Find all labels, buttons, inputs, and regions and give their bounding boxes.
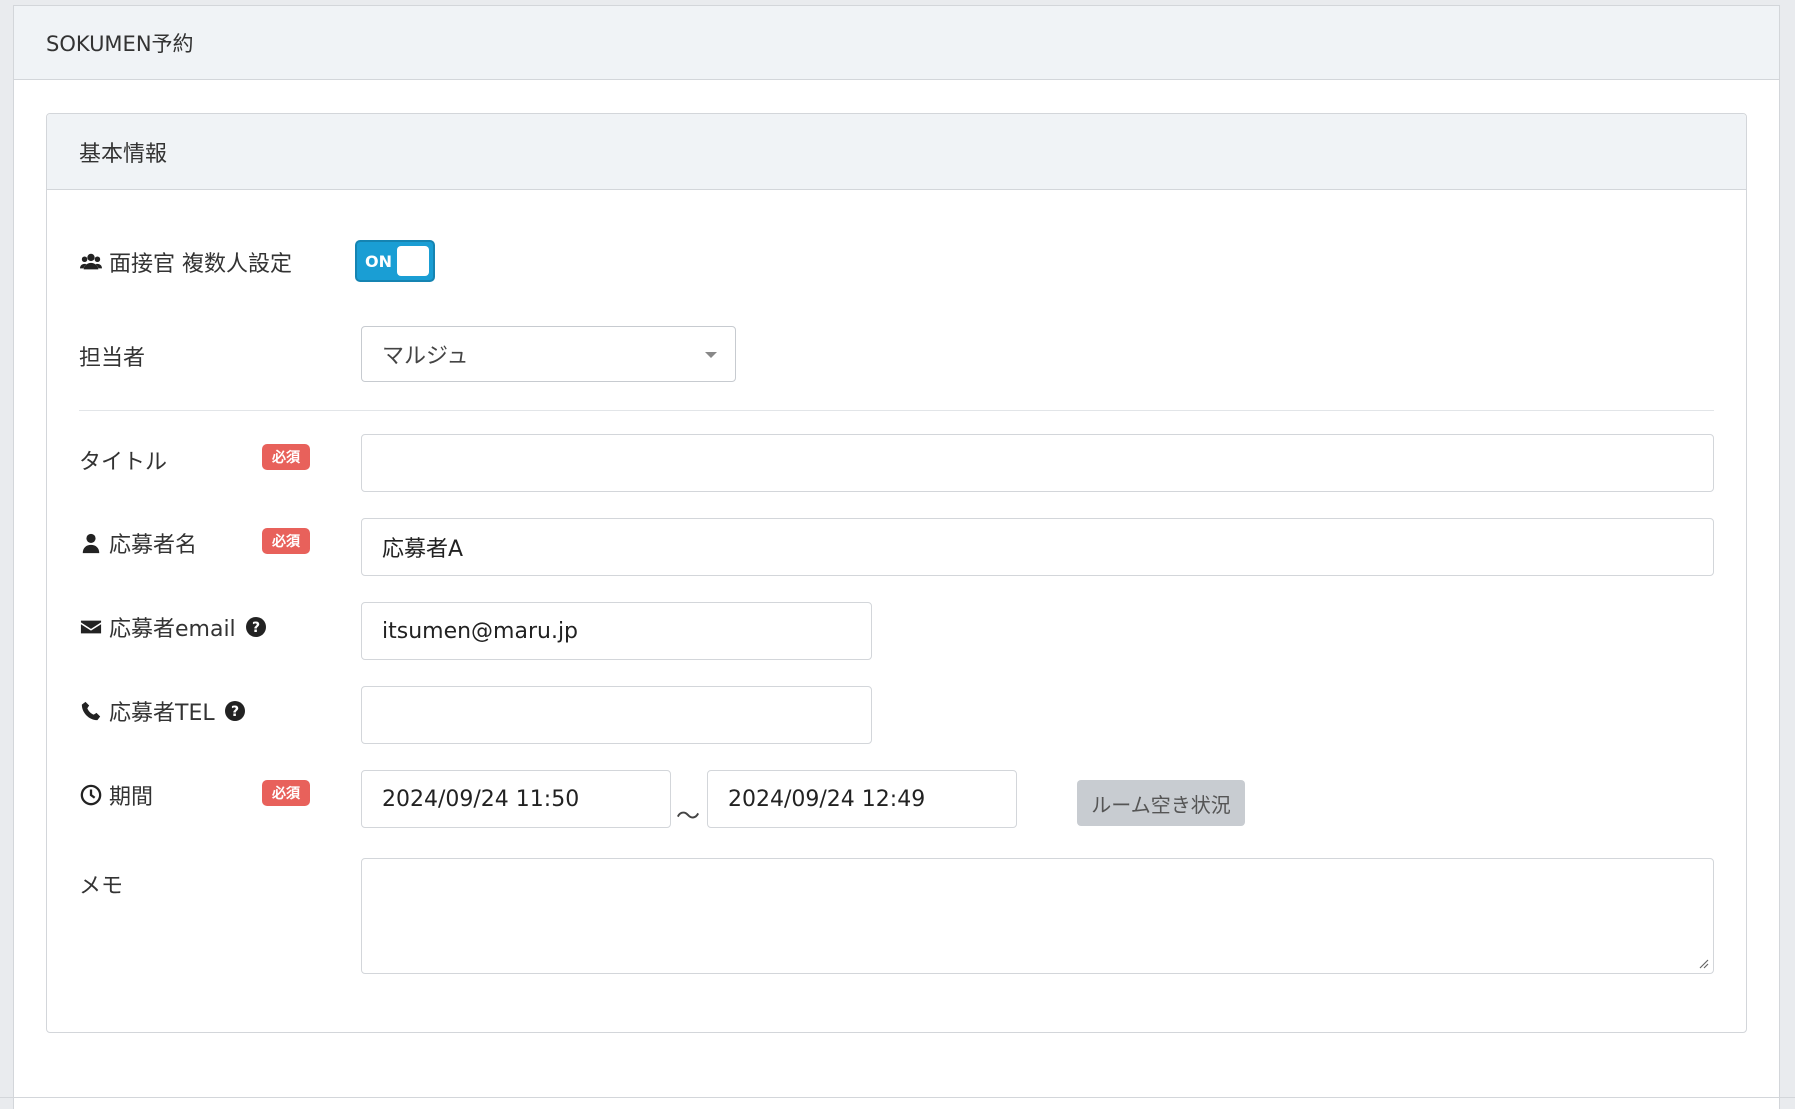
question-circle-icon[interactable]: ? xyxy=(224,701,245,721)
multi-interviewer-text: 面接官 複数人設定 xyxy=(109,252,292,277)
card-header: SOKUMEN予約 xyxy=(14,6,1779,80)
panel-header: 基本情報 xyxy=(47,114,1746,190)
memo-label: メモ xyxy=(79,868,123,900)
period-label: 期間 xyxy=(79,779,153,811)
chevron-down-icon xyxy=(705,352,717,358)
title-input[interactable] xyxy=(361,434,1714,492)
required-badge: 必須 xyxy=(262,780,310,806)
applicant-email-text: 応募者email xyxy=(109,617,236,642)
multi-interviewer-toggle[interactable]: ON xyxy=(355,240,435,282)
period-start-input[interactable]: 2024/09/24 11:50 xyxy=(361,770,671,828)
divider xyxy=(79,410,1714,411)
room-availability-button[interactable]: ルーム空き状況 xyxy=(1077,780,1245,826)
multi-interviewer-label: 面接官 複数人設定 xyxy=(79,246,292,278)
assignee-text: 担当者 xyxy=(79,346,146,371)
period-text: 期間 xyxy=(109,785,154,810)
assignee-label: 担当者 xyxy=(79,340,145,372)
page-divider xyxy=(0,1097,1795,1098)
svg-text:?: ? xyxy=(252,620,260,636)
assignee-value: マルジュ xyxy=(382,344,469,369)
applicant-name-label: 応募者名 xyxy=(79,527,197,559)
phone-icon xyxy=(79,699,103,723)
clock-icon xyxy=(79,783,103,807)
applicant-tel-label: 応募者TEL ? xyxy=(79,695,245,727)
toggle-text: ON xyxy=(365,251,392,271)
applicant-email-label: 応募者email ? xyxy=(79,611,266,643)
title-text: タイトル xyxy=(79,450,168,475)
required-badge: 必須 xyxy=(262,444,310,470)
basic-info-panel: 基本情報 面接官 複数人設定 ON 担当者 マルジュ タイトル 必須 応募者名 … xyxy=(46,113,1747,1033)
applicant-tel-input[interactable] xyxy=(361,686,872,744)
applicant-name-text: 応募者名 xyxy=(109,533,198,558)
assignee-select[interactable]: マルジュ xyxy=(361,326,736,382)
applicant-name-input[interactable]: 応募者A xyxy=(361,518,1714,576)
memo-text: メモ xyxy=(79,874,124,899)
envelope-icon xyxy=(79,615,103,639)
title-label: タイトル xyxy=(79,444,167,476)
memo-textarea[interactable] xyxy=(361,858,1714,974)
applicant-tel-text: 応募者TEL xyxy=(109,701,215,726)
required-badge: 必須 xyxy=(262,528,310,554)
toggle-knob xyxy=(397,246,429,276)
resize-handle-icon[interactable] xyxy=(1697,957,1709,969)
reservation-card: SOKUMEN予約 基本情報 面接官 複数人設定 ON 担当者 マルジュ タイト… xyxy=(13,5,1780,1109)
user-icon xyxy=(79,531,103,555)
question-circle-icon[interactable]: ? xyxy=(245,617,266,637)
svg-text:?: ? xyxy=(231,704,239,720)
users-icon xyxy=(79,250,103,274)
page-title: SOKUMEN予約 xyxy=(46,31,194,56)
applicant-email-input[interactable]: itsumen@maru.jp xyxy=(361,602,872,660)
period-end-input[interactable]: 2024/09/24 12:49 xyxy=(707,770,1017,828)
section-title: 基本情報 xyxy=(79,141,168,167)
period-separator: 〜 xyxy=(676,802,700,830)
